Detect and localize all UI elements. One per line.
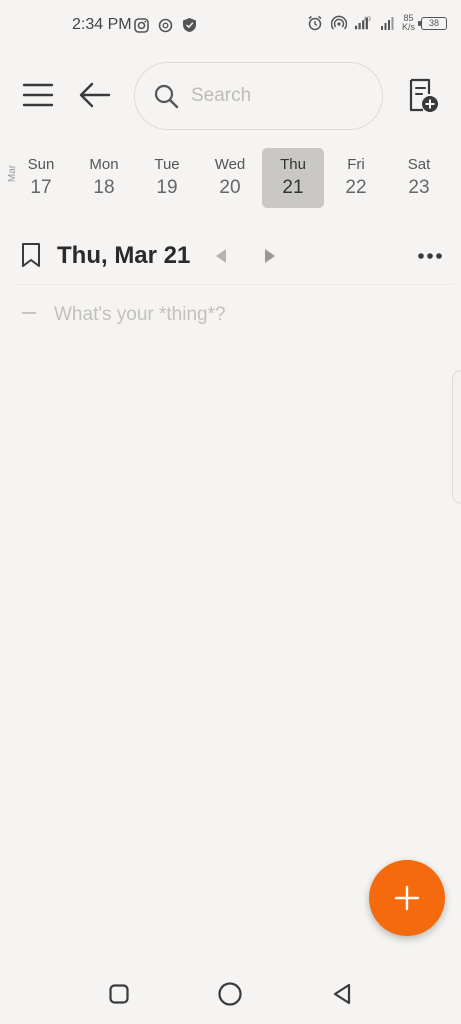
- triangle-back-icon: [333, 983, 351, 1005]
- day-name: Tue: [154, 156, 180, 173]
- threads-icon: [156, 16, 174, 34]
- entry-input[interactable]: [54, 302, 434, 328]
- hamburger-menu-icon: [22, 83, 54, 107]
- week-strip: Mar Sun 17 Mon 18 Tue 19 Wed 20 Thu 21 F…: [0, 148, 461, 210]
- cellular-signal-icon: 4G: [354, 14, 372, 32]
- status-time: 2:34 PM: [72, 16, 132, 33]
- network-speed-unit: K/s: [401, 22, 415, 32]
- home-button[interactable]: [216, 980, 244, 1008]
- day-number: 19: [156, 177, 178, 198]
- day-sat[interactable]: Sat 23: [388, 148, 450, 208]
- date-header: Thu, Mar 21: [0, 236, 461, 280]
- circle-icon: [218, 982, 242, 1006]
- network-speed: 85 K/s: [402, 14, 415, 32]
- caret-right-icon: [265, 249, 275, 263]
- menu-button[interactable]: [22, 82, 54, 108]
- square-icon: [109, 984, 129, 1004]
- side-panel-handle[interactable]: [452, 370, 461, 504]
- day-name: Sun: [27, 156, 55, 173]
- battery-indicator: 38: [418, 16, 447, 30]
- cellular-signal-2-icon: [378, 14, 396, 32]
- back-arrow-icon: [79, 82, 111, 108]
- hotspot-icon: [330, 14, 348, 32]
- day-number: 21: [282, 177, 304, 198]
- search-icon: [154, 84, 179, 109]
- day-tue[interactable]: Tue 19: [136, 148, 198, 208]
- more-dots-icon: [418, 253, 442, 259]
- svg-text:4G: 4G: [364, 16, 371, 22]
- caret-left-icon: [216, 249, 226, 263]
- search-bar[interactable]: [134, 62, 383, 130]
- add-button[interactable]: [369, 860, 445, 936]
- date-title: Thu, Mar 21: [57, 242, 191, 269]
- day-fri[interactable]: Fri 22: [325, 148, 387, 208]
- alarm-icon: [306, 14, 324, 32]
- top-toolbar: [0, 60, 461, 132]
- day-name: Fri: [347, 156, 365, 173]
- next-day-button[interactable]: [261, 246, 279, 266]
- plus-icon: [394, 885, 420, 911]
- bookmark-icon: [22, 243, 40, 267]
- status-right-icons: 4G 85 K/s 38: [306, 14, 447, 32]
- entry-row: [0, 300, 461, 330]
- day-number: 17: [30, 177, 52, 198]
- day-name: Mon: [89, 156, 119, 173]
- search-input[interactable]: [191, 85, 351, 107]
- recent-apps-button[interactable]: [105, 980, 133, 1008]
- day-number: 22: [345, 177, 367, 198]
- shield-icon: [180, 16, 198, 34]
- new-note-button[interactable]: [406, 78, 440, 114]
- note-add-icon: [409, 78, 438, 112]
- day-number: 18: [93, 177, 115, 198]
- day-thu-selected[interactable]: Thu 21: [262, 148, 324, 208]
- divider: [14, 284, 454, 285]
- day-number: 23: [408, 177, 430, 198]
- app-screen: 2:34 PM 4G 85 K/s 38 Search Mar Sun 17 M…: [0, 0, 461, 1024]
- more-options-button[interactable]: [416, 246, 444, 266]
- day-name: Wed: [214, 156, 246, 173]
- status-left-icons: [132, 16, 198, 34]
- bookmark-button[interactable]: [20, 242, 42, 268]
- day-sun[interactable]: Sun 17: [10, 148, 72, 208]
- previous-day-button[interactable]: [212, 246, 230, 266]
- bullet-dash-icon: [22, 312, 36, 314]
- status-bar: 2:34 PM 4G 85 K/s 38: [0, 0, 461, 50]
- day-number: 20: [219, 177, 241, 198]
- back-button[interactable]: [78, 80, 112, 110]
- instagram-icon: [132, 16, 150, 34]
- back-nav-button[interactable]: [328, 980, 356, 1008]
- day-wed[interactable]: Wed 20: [199, 148, 261, 208]
- system-nav-bar: [0, 970, 461, 1024]
- day-name: Sat: [407, 156, 431, 173]
- day-mon[interactable]: Mon 18: [73, 148, 135, 208]
- day-name: Thu: [280, 156, 306, 173]
